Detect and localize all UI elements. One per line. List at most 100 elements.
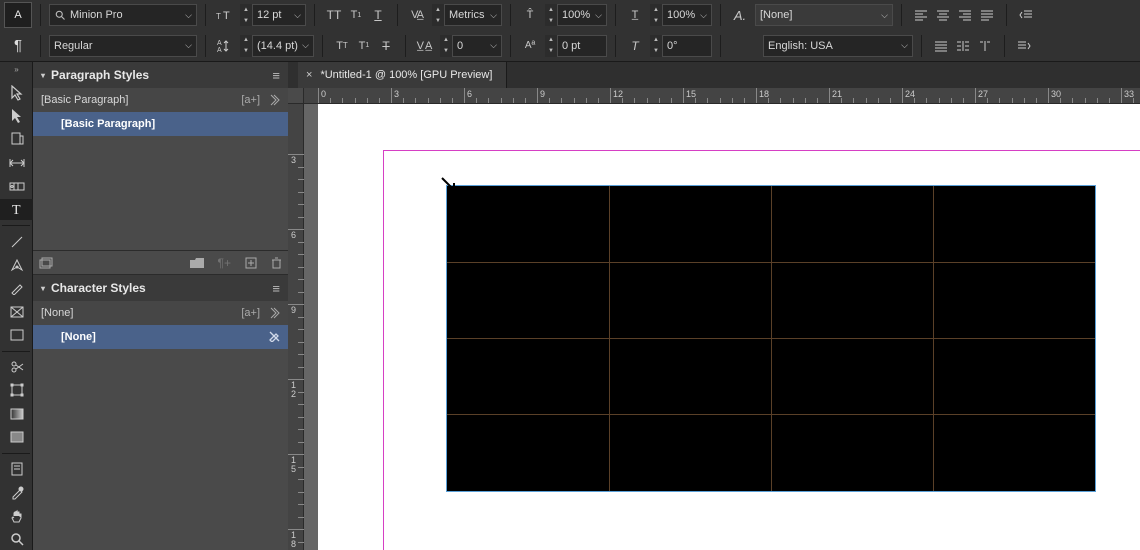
align-left-button[interactable] — [910, 4, 932, 26]
close-icon[interactable]: × — [306, 69, 312, 81]
clear-overrides-icon[interactable] — [270, 307, 280, 319]
panel-menu-icon[interactable]: ≡ — [272, 68, 280, 83]
baseline-shift-stepper[interactable]: ▲▼ — [545, 35, 557, 57]
character-styles-header[interactable]: ▾ Character Styles ≡ — [33, 275, 288, 301]
underline-button[interactable]: T — [367, 4, 389, 26]
subscript-button[interactable]: T1 — [353, 35, 375, 57]
vertical-scale-value: 100% — [562, 9, 590, 21]
placed-frame[interactable] — [447, 186, 1095, 491]
document-tab[interactable]: × *Untitled-1 @ 100% [GPU Preview] — [298, 62, 507, 88]
vertical-scale-field[interactable]: ▲▼ 100%⌵ — [545, 4, 607, 26]
type-tool[interactable]: T — [0, 199, 33, 220]
line-tool[interactable] — [0, 231, 33, 252]
chevron-down-icon: ⌵ — [490, 10, 497, 21]
font-size-stepper[interactable]: ▲▼ — [240, 4, 252, 26]
vertical-ruler[interactable]: 3691 21 51 8 — [288, 104, 304, 550]
scissors-tool[interactable] — [0, 356, 33, 377]
align-justify-button[interactable] — [976, 4, 998, 26]
rectangle-tool[interactable] — [0, 324, 33, 345]
horizontal-scale-stepper[interactable]: ▲▼ — [650, 4, 662, 26]
align-toward-spine-button[interactable] — [952, 35, 974, 57]
grid-line — [447, 338, 1095, 339]
character-formatting-controls[interactable]: A — [4, 2, 32, 28]
paragraph-base-row[interactable]: [Basic Paragraph] [a+] — [33, 88, 288, 112]
pencil-tool[interactable] — [0, 278, 33, 299]
document-page[interactable] — [318, 104, 1140, 550]
zoom-tool[interactable] — [0, 529, 33, 550]
hand-tool[interactable] — [0, 505, 33, 526]
baseline-shift-value: 0 pt — [562, 40, 580, 52]
language-field[interactable]: English: USA ⌵ — [763, 35, 913, 57]
ruler-label: 24 — [902, 89, 915, 99]
chevron-down-icon: ⌵ — [490, 40, 497, 51]
canvas-area[interactable]: 3691 21 51 8 — [288, 104, 1140, 550]
pen-tool[interactable] — [0, 254, 33, 275]
eyedropper-tool[interactable] — [0, 482, 33, 503]
character-selected-row[interactable]: [None] — [33, 325, 288, 349]
groups-icon[interactable] — [39, 257, 53, 269]
kerning-stepper[interactable]: ▲▼ — [432, 4, 444, 26]
chevron-down-icon: ▾ — [41, 284, 45, 293]
font-family-value: Minion Pro — [70, 9, 123, 21]
ruler-label: 27 — [975, 89, 988, 99]
strikethrough-button[interactable]: T — [375, 35, 397, 57]
tracking-field[interactable]: ▲▼ 0⌵ — [440, 35, 502, 57]
panel-menu-icon[interactable]: ≡ — [272, 281, 280, 296]
tracking-stepper[interactable]: ▲▼ — [440, 35, 452, 57]
character-style-field[interactable]: [None] ⌵ — [755, 4, 893, 26]
leading-stepper[interactable]: ▲▼ — [240, 35, 252, 57]
indent-left-button[interactable] — [1015, 4, 1037, 26]
new-style-icon[interactable] — [245, 257, 257, 269]
free-transform-tool[interactable] — [0, 380, 33, 401]
gap-tool[interactable] — [0, 152, 33, 173]
character-none-row[interactable]: [None] [a+] — [33, 301, 288, 325]
baseline-shift-field[interactable]: ▲▼ 0 pt — [545, 35, 607, 57]
kerning-icon: VA̲ — [406, 4, 428, 26]
gradient-feather-tool[interactable] — [0, 426, 33, 447]
ruler-label: 1 8 — [291, 531, 296, 549]
align-center-button[interactable] — [932, 4, 954, 26]
gradient-swatch-tool[interactable] — [0, 403, 33, 424]
font-style-field[interactable]: Regular ⌵ — [49, 35, 197, 57]
skew-field[interactable]: ▲▼ 0° — [650, 35, 712, 57]
toolbar-collapse-button[interactable]: » — [0, 62, 33, 76]
leading-value: (14.4 pt) — [257, 40, 298, 52]
justify-all-left-button[interactable] — [930, 35, 952, 57]
svg-text:T: T — [12, 203, 21, 216]
folder-icon[interactable] — [190, 258, 204, 268]
font-size-field[interactable]: ▲▼ 12 pt⌵ — [240, 4, 306, 26]
quick-apply-icon[interactable]: [a+] — [241, 94, 260, 106]
document-tab-bar: × *Untitled-1 @ 100% [GPU Preview] — [288, 62, 1140, 88]
small-caps-button[interactable]: TT — [331, 35, 353, 57]
trash-icon[interactable] — [271, 257, 282, 269]
pilcrow-icon[interactable]: ¶+ — [218, 256, 231, 270]
ruler-label: 21 — [829, 89, 842, 99]
content-collector-tool[interactable] — [0, 175, 33, 196]
vertical-scale-stepper[interactable]: ▲▼ — [545, 4, 557, 26]
control-row-1: A Minion Pro ⌵ TT ▲▼ 12 pt⌵ TT T1 T VA̲ … — [0, 0, 1140, 31]
ruler-origin[interactable] — [288, 88, 304, 104]
page-tool[interactable] — [0, 129, 33, 150]
font-family-field[interactable]: Minion Pro ⌵ — [49, 4, 197, 26]
indent-right-button[interactable] — [1013, 35, 1035, 57]
superscript-button[interactable]: T1 — [345, 4, 367, 26]
align-away-spine-button[interactable] — [974, 35, 996, 57]
paragraph-selected-row[interactable]: [Basic Paragraph] — [33, 112, 288, 136]
horizontal-scale-field[interactable]: ▲▼ 100%⌵ — [650, 4, 712, 26]
all-caps-button[interactable]: TT — [323, 4, 345, 26]
align-right-button[interactable] — [954, 4, 976, 26]
quick-apply-icon[interactable]: [a+] — [241, 307, 260, 319]
clear-overrides-icon[interactable] — [270, 94, 280, 106]
leading-field[interactable]: ▲▼ (14.4 pt)⌵ — [240, 35, 314, 57]
paragraph-styles-header[interactable]: ▾ Paragraph Styles ≡ — [33, 62, 288, 88]
skew-stepper[interactable]: ▲▼ — [650, 35, 662, 57]
ruler-label: 6 — [291, 231, 296, 240]
selection-tool[interactable] — [0, 82, 33, 103]
paragraph-formatting-controls[interactable]: ¶ — [4, 33, 32, 59]
chevron-down-icon: ⌵ — [881, 10, 888, 21]
rectangle-frame-tool[interactable] — [0, 301, 33, 322]
horizontal-ruler[interactable]: 03691215182124273033 — [288, 88, 1140, 104]
note-tool[interactable] — [0, 459, 33, 480]
direct-selection-tool[interactable] — [0, 105, 33, 126]
kerning-field[interactable]: ▲▼ Metrics⌵ — [432, 4, 502, 26]
